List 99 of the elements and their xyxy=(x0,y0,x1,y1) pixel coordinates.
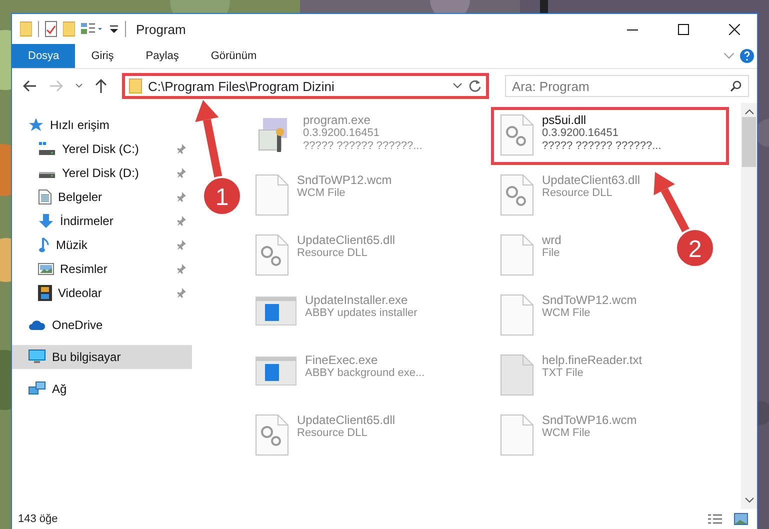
back-arrow-icon xyxy=(23,80,37,92)
file-tile[interactable]: help.fineReader.txt TXT File xyxy=(491,347,652,405)
sidebar-item[interactable]: Hızlı erişim xyxy=(12,113,192,137)
file-detail: TXT File xyxy=(542,367,584,380)
checked-document-icon[interactable] xyxy=(45,21,57,37)
sidebar-item[interactable]: Videolar xyxy=(12,281,192,305)
file-name: UpdateClient65.dll xyxy=(297,234,396,247)
file-icon xyxy=(500,354,534,396)
file-name: ps5ui.dll xyxy=(542,114,588,127)
file-icon xyxy=(500,414,534,456)
scroll-down-icon[interactable] xyxy=(744,497,754,503)
file-tile[interactable]: ps5ui.dll 0.3.9200.16451 ????? ?????? ??????... xyxy=(491,107,729,165)
address-path: C:\Program Files\Program Dizini xyxy=(148,78,336,94)
file-name: SndToWP12.wcm xyxy=(542,294,637,307)
file-detail: 0.3.9200.16451 xyxy=(303,127,380,140)
drive-icon xyxy=(38,142,56,156)
file-tile[interactable]: SndToWP12.wcm WCM File xyxy=(491,287,646,345)
download-icon xyxy=(38,213,54,229)
file-tile[interactable]: SndToWP12.wcm WCM File xyxy=(246,167,401,225)
search-box[interactable]: Ara: Program xyxy=(504,75,749,97)
sidebar-item[interactable]: Belgeler xyxy=(12,185,192,209)
file-tile[interactable]: FineExec.exe ABBY background exe... xyxy=(246,347,434,405)
file-detail: ABBY background exe... xyxy=(305,367,425,380)
file-detail: File xyxy=(542,247,561,260)
file-name: FineExec.exe xyxy=(305,354,379,367)
computer-icon xyxy=(28,349,46,365)
file-tile[interactable]: wrd File xyxy=(491,227,570,285)
sidebar-item[interactable]: Yerel Disk (D:) xyxy=(12,161,192,185)
dropdown-icon[interactable] xyxy=(109,24,119,34)
gear-file-icon xyxy=(255,414,289,456)
file-detail: ????? ?????? ??????... xyxy=(542,140,662,153)
file-detail: WCM File xyxy=(297,187,346,200)
file-detail: Resource DLL xyxy=(297,247,368,260)
star-icon xyxy=(28,117,44,133)
refresh-icon[interactable] xyxy=(468,79,482,93)
image-icon xyxy=(734,513,748,525)
file-tile[interactable]: UpdateClient65.dll Resource DLL xyxy=(246,407,404,465)
search-icon xyxy=(730,80,742,92)
file-name: UpdateInstaller.exe xyxy=(305,294,409,307)
file-name: SndToWP16.wcm xyxy=(542,414,637,427)
chevron-down-icon[interactable] xyxy=(452,83,462,89)
file-name: wrd xyxy=(542,234,562,247)
scroll-up-icon[interactable] xyxy=(744,109,754,115)
file-tile[interactable]: UpdateClient63.dll Resource DLL xyxy=(491,167,650,225)
help-icon xyxy=(740,49,754,63)
window-icon xyxy=(255,294,297,328)
file-detail: ABBY updates installer xyxy=(305,307,418,320)
file-icon xyxy=(500,294,534,336)
close-icon xyxy=(729,24,740,34)
film-icon xyxy=(38,285,52,301)
file-icon xyxy=(255,174,289,216)
network-icon xyxy=(28,381,46,397)
step-badge xyxy=(675,228,715,268)
file-detail: Resource DLL xyxy=(297,427,368,440)
maximize-icon xyxy=(678,24,689,34)
step-number: 1 xyxy=(215,184,229,211)
list-icon xyxy=(708,513,722,525)
chevron-down-icon xyxy=(724,53,734,59)
file-detail: WCM File xyxy=(542,427,592,440)
file-name: help.fineReader.txt xyxy=(542,354,642,367)
chevron-down-icon xyxy=(75,83,83,89)
step-number: 2 xyxy=(688,236,702,263)
cloud-icon xyxy=(28,319,46,331)
document-icon xyxy=(38,189,52,205)
file-detail: Resource DLL xyxy=(542,187,614,200)
sidebar-item[interactable]: Müzik xyxy=(12,233,192,257)
window-icon xyxy=(255,354,297,388)
scrollbar[interactable] xyxy=(741,103,757,509)
file-detail: 0.3.9200.16451 xyxy=(542,127,620,140)
file-tile[interactable]: UpdateInstaller.exe ABBY updates installer xyxy=(246,287,426,345)
properties-icon[interactable] xyxy=(81,22,103,36)
item-count: 143 öğe xyxy=(18,513,58,525)
file-name: SndToWP12.wcm xyxy=(297,174,392,187)
sidebar-item[interactable]: Ağ xyxy=(12,377,192,401)
file-detail: WCM File xyxy=(542,307,592,320)
sidebar-item[interactable]: Resimler xyxy=(12,257,192,281)
file-name: UpdateClient65.dll xyxy=(297,414,396,427)
sidebar-item[interactable]: OneDrive xyxy=(12,313,192,337)
sidebar-item[interactable]: Bu bilgisayar xyxy=(12,345,192,369)
scroll-thumb[interactable] xyxy=(742,117,756,167)
sidebar-item[interactable]: İndirmeler xyxy=(12,209,192,233)
window-title: Program xyxy=(136,22,187,36)
gear-file-icon xyxy=(500,114,534,156)
file-detail: ????? ?????? ??????... xyxy=(303,140,422,153)
music-note-icon xyxy=(38,237,50,253)
step-badge xyxy=(202,176,242,216)
sidebar-item[interactable]: Yerel Disk (C:) xyxy=(12,137,192,161)
folder-icon xyxy=(129,78,142,94)
file-name: UpdateClient63.dll xyxy=(542,174,640,187)
file-tile[interactable]: SndToWP16.wcm WCM File xyxy=(491,407,646,465)
file-tile[interactable]: program.exe 0.3.9200.16451 ????? ?????? ??????... xyxy=(246,107,432,165)
file-icon xyxy=(500,234,534,276)
file-tile[interactable]: UpdateClient65.dll Resource DLL xyxy=(246,227,404,285)
file-name: program.exe xyxy=(303,114,372,127)
address-bar[interactable]: C:\Program Files\Program Dizini xyxy=(122,73,489,99)
gear-file-icon xyxy=(500,174,534,216)
up-arrow-icon xyxy=(95,79,107,93)
picture-icon xyxy=(38,262,54,276)
gear-file-icon xyxy=(255,234,289,276)
